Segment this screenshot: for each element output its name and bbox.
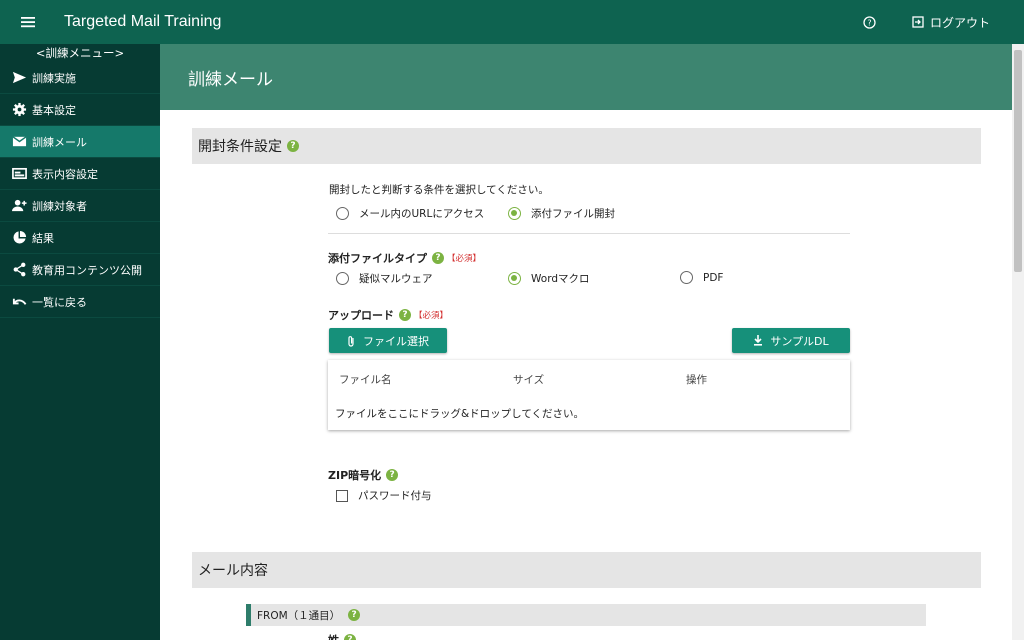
button-label: サンプルDL [770,334,829,348]
radio-pseudo-malware[interactable]: 疑似マルウェア [336,271,433,286]
section-title: メール内容 [198,563,268,579]
open-condition-instruction: 開封したと判断する条件を選択してください。 [329,184,549,196]
section-title: 開封条件設定 [198,139,282,155]
main-content: 訓練メール 開封条件設定 ? 開封したと判断する条件を選択してください。 メール… [160,44,1012,640]
field-label: アップロード [328,309,394,322]
help-icon[interactable]: ? [348,609,361,621]
radio-circle [336,272,349,285]
undo-icon [12,298,27,305]
accent-stripe [246,604,251,626]
send-icon [12,71,27,84]
sidebar-item-label: 結果 [32,231,54,245]
help-icon[interactable]: ? [862,14,878,30]
scrollbar-thumb[interactable] [1014,50,1022,272]
sidebar-item-label: 基本設定 [32,103,76,117]
from-subsection-header: FROM（１通目） ? [246,604,926,626]
sidebar-item-training-mail[interactable]: 訓練メール [0,126,160,158]
checkbox-box [336,489,348,502]
radio-word-macro[interactable]: Wordマクロ [501,265,590,291]
radio-label: 添付ファイル開封 [531,208,615,220]
logout-label: ログアウト [929,15,990,30]
radio-circle [508,207,521,220]
sidebar-item-display-settings[interactable]: 表示内容設定 [0,158,160,190]
sidebar-item-label: 表示内容設定 [32,167,98,181]
radio-label: メール内のURLにアクセス [359,208,485,220]
sidebar-item-label: 教育用コンテンツ公開 [32,263,142,277]
column-header-actions: 操作 [686,374,707,386]
sidebar-item-basic-settings[interactable]: 基本設定 [0,94,160,126]
mail-icon [12,136,27,147]
vertical-scrollbar[interactable] [1012,44,1024,640]
radio-label: 疑似マルウェア [359,273,433,285]
help-icon[interactable]: ? [432,252,444,264]
radio-circle [680,271,693,284]
paperclip-icon [348,335,354,347]
radio-circle [336,207,349,220]
help-icon[interactable]: ? [386,469,399,481]
radio-label: Wordマクロ [531,273,590,285]
sample-download-button[interactable]: サンプルDL [732,328,850,353]
help-icon[interactable]: ? [399,309,411,321]
divider [328,233,850,234]
radio-pdf[interactable]: PDF [680,271,723,284]
app-title: Targeted Mail Training [64,13,222,30]
attachment-type-label: 添付ファイルタイプ ? 【必須】 [328,250,481,266]
last-name-label: 姓 ? [328,632,356,640]
checkbox-label: パスワード付与 [358,490,432,502]
radio-circle [501,265,527,291]
svg-text:?: ? [868,18,872,27]
sidebar-item-education-content[interactable]: 教育用コンテンツ公開 [0,254,160,286]
add-user-icon [12,199,27,212]
hamburger-menu-icon[interactable] [0,0,56,44]
mail-content-section-header: メール内容 [192,552,981,588]
radio-label: PDF [703,271,724,284]
sidebar-item-label: 訓練対象者 [32,199,87,213]
gear-icon [12,102,27,117]
display-icon [12,167,27,180]
page-title: 訓練メール [160,44,1012,110]
sidebar-item-label: 訓練メール [32,135,87,149]
required-badge: 【必須】 [447,254,482,264]
upload-label: アップロード ? 【必須】 [328,307,448,323]
password-checkbox[interactable]: パスワード付与 [336,488,432,503]
sidebar: <訓練メニュー> 訓練実施 基本設定 訓練メール 表示内容設定 訓練対象者 結果… [0,44,160,640]
file-select-button[interactable]: ファイル選択 [329,328,447,353]
upload-file-table[interactable]: ファイル名 サイズ 操作 ファイルをここにドラッグ&ドロップしてください。 [328,360,850,430]
sidebar-item-results[interactable]: 結果 [0,222,160,254]
help-icon[interactable]: ? [287,140,299,152]
drop-zone-hint: ファイルをここにドラッグ&ドロップしてください。 [335,408,585,420]
sidebar-item-label: 一覧に戻る [32,295,87,309]
column-header-size: サイズ [513,374,545,386]
column-header-file-name: ファイル名 [339,374,392,386]
subsection-title: FROM（１通目） [257,609,341,622]
field-label: ZIP暗号化 [328,469,382,482]
sidebar-item-label: 訓練実施 [32,71,76,85]
sidebar-item-training-run[interactable]: 訓練実施 [0,62,160,94]
logout-icon [912,16,924,28]
download-icon [754,335,763,346]
sidebar-item-back-to-list[interactable]: 一覧に戻る [0,286,160,318]
open-condition-section-header: 開封条件設定 ? [192,128,981,164]
field-label: 姓 [328,632,339,640]
logout-button[interactable]: ログアウト [912,14,990,31]
sidebar-item-targets[interactable]: 訓練対象者 [0,190,160,222]
sidebar-header: <訓練メニュー> [35,46,125,60]
radio-attachment-open[interactable]: 添付ファイル開封 [508,206,615,221]
field-label: 添付ファイルタイプ [328,252,427,265]
zip-encryption-label: ZIP暗号化 ? [328,467,399,483]
help-icon[interactable]: ? [344,634,356,640]
required-badge: 【必須】 [414,311,449,321]
top-app-bar: Targeted Mail Training ? ログアウト [0,0,1024,44]
pie-chart-icon [13,230,27,244]
share-icon [13,262,26,277]
button-label: ファイル選択 [363,334,429,348]
radio-url-access[interactable]: メール内のURLにアクセス [336,206,484,221]
